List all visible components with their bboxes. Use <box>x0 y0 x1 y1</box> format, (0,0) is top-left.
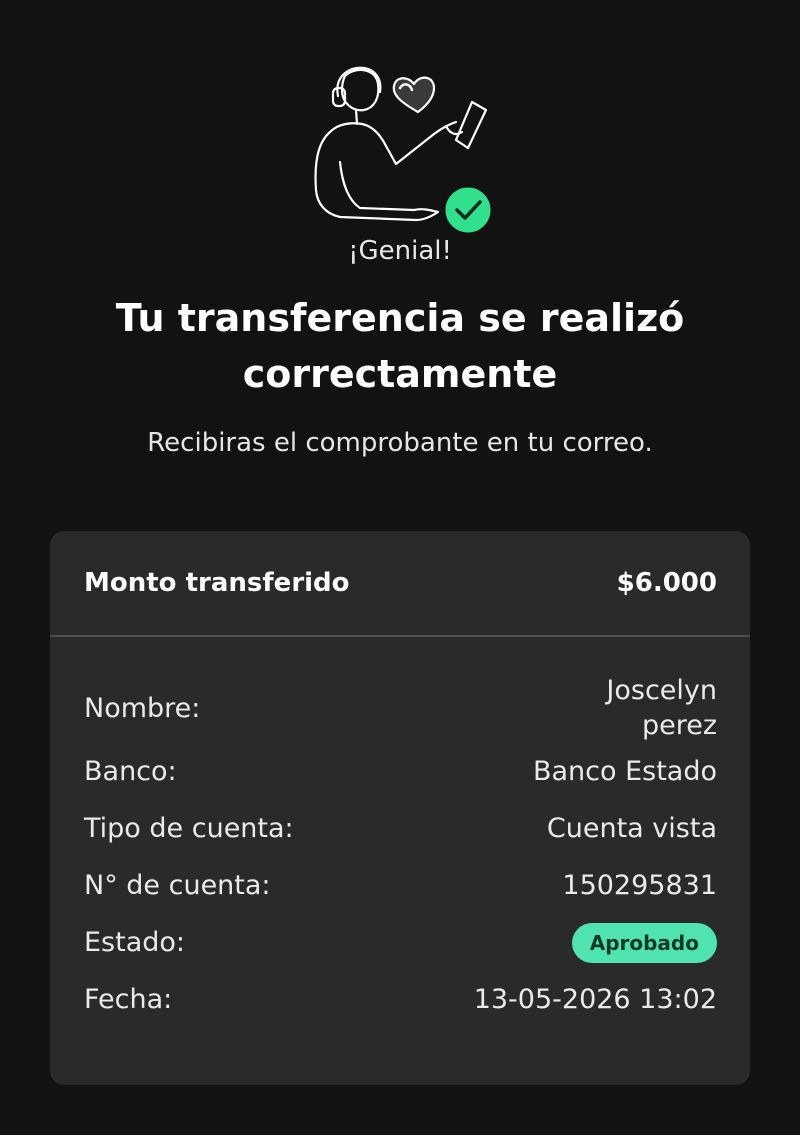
account-type-value: Cuenta vista <box>546 813 717 844</box>
account-number-value: 150295831 <box>562 870 717 901</box>
page-subtitle: Recibiras el comprobante en tu correo. <box>147 428 653 458</box>
detail-row-date: Fecha: 13-05-2026 13:02 <box>84 971 717 1028</box>
detail-row-status: Estado: Aprobado <box>84 914 717 971</box>
bank-value: Banco Estado <box>532 756 717 787</box>
name-label: Nombre: <box>84 692 201 724</box>
detail-row-name: Nombre: Joscelyn perez <box>84 673 717 743</box>
amount-value: $6.000 <box>616 568 717 598</box>
status-badge: Aprobado <box>571 922 717 963</box>
person-head <box>340 68 380 112</box>
page-title: Tu transferencia se realizó correctament… <box>115 296 685 396</box>
account-number-label: N° de cuenta: <box>84 870 271 901</box>
date-value: 13-05-2026 13:02 <box>473 984 717 1015</box>
amount-row: Monto transferido $6.000 <box>50 531 750 637</box>
account-type-label: Tipo de cuenta: <box>84 813 294 844</box>
detail-row-account-type: Tipo de cuenta: Cuenta vista <box>84 800 717 857</box>
bank-label: Banco: <box>84 756 177 787</box>
status-label: Estado: <box>84 927 186 958</box>
name-value: Joscelyn perez <box>606 675 717 741</box>
phone-icon <box>454 100 488 150</box>
transfer-summary-card: Monto transferido $6.000 Nombre: Joscely… <box>50 531 750 1085</box>
detail-row-bank: Banco: Banco Estado <box>84 743 717 800</box>
details-list: Nombre: Joscelyn perez Banco: Banco Esta… <box>84 673 717 1028</box>
check-circle-icon <box>442 184 494 236</box>
success-illustration <box>314 66 494 236</box>
date-label: Fecha: <box>84 984 173 1015</box>
amount-label: Monto transferido <box>84 568 350 598</box>
detail-row-account-number: N° de cuenta: 150295831 <box>84 857 717 914</box>
success-kicker: ¡Genial! <box>348 236 452 266</box>
heart-icon <box>392 76 436 114</box>
